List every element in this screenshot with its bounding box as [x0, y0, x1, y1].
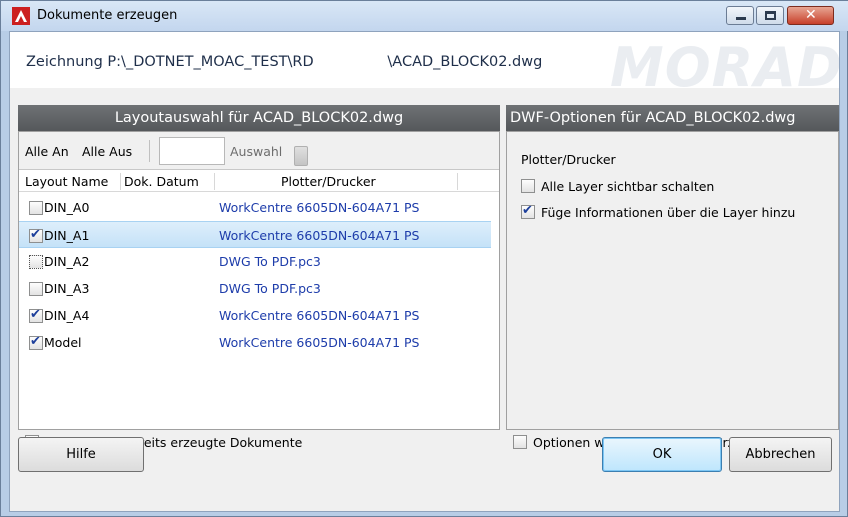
layout-row[interactable]: Model WorkCentre 6605DN-604A71 PS: [19, 329, 491, 356]
maximize-icon: [765, 11, 776, 20]
layout-plotter: WorkCentre 6605DN-604A71 PS: [219, 228, 420, 243]
layout-checkbox[interactable]: [29, 282, 43, 296]
layout-checkbox[interactable]: [29, 227, 43, 243]
option-label: Alle Layer sichtbar schalten: [541, 179, 715, 194]
layout-plotter: WorkCentre 6605DN-604A71 PS: [219, 335, 420, 350]
checkbox[interactable]: [521, 179, 535, 193]
layout-name: DIN_A1: [44, 228, 90, 243]
layout-checkbox[interactable]: [29, 201, 43, 215]
layout-row[interactable]: DIN_A2 DWG To PDF.pc3: [19, 248, 491, 275]
option-label: Füge Informationen über die Layer hinzu: [541, 205, 796, 220]
layout-row[interactable]: DIN_A1 WorkCentre 6605DN-604A71 PS: [19, 221, 491, 248]
selection-button[interactable]: Auswahl: [230, 144, 282, 159]
selection-filter-input[interactable]: [159, 137, 225, 165]
column-divider: [120, 173, 121, 190]
column-header-layout-name[interactable]: Layout Name: [25, 174, 108, 189]
ok-button[interactable]: OK: [602, 437, 722, 472]
layout-row[interactable]: DIN_A3 DWG To PDF.pc3: [19, 275, 491, 302]
drawing-header: MORADA Zeichnung P:\_DOTNET_MOAC_TEST\RD…: [10, 32, 839, 88]
layout-name: DIN_A3: [44, 281, 90, 296]
layout-toolbar: Alle An Alle Aus Auswahl: [19, 132, 499, 170]
column-divider: [457, 173, 458, 190]
layout-name: Model: [44, 335, 82, 350]
layout-name: DIN_A4: [44, 308, 90, 323]
minimize-icon: [736, 17, 746, 20]
column-header-plotter[interactable]: Plotter/Drucker: [281, 174, 376, 189]
layout-rows: DIN_A0 WorkCentre 6605DN-604A71 PS DIN_A1 W…: [19, 194, 499, 356]
layout-plotter: WorkCentre 6605DN-604A71 PS: [219, 200, 420, 215]
cancel-button[interactable]: Abbrechen: [729, 437, 832, 472]
autocad-app-icon: [12, 7, 30, 25]
minimize-button[interactable]: [726, 6, 754, 25]
selection-dropdown-arrow[interactable]: [294, 146, 308, 166]
layout-row[interactable]: DIN_A0 WorkCentre 6605DN-604A71 PS: [19, 194, 491, 221]
close-icon: ✕: [805, 7, 817, 23]
layout-row[interactable]: DIN_A4 WorkCentre 6605DN-604A71 PS: [19, 302, 491, 329]
drawing-path: Zeichnung P:\_DOTNET_MOAC_TEST\RD \ACAD_…: [26, 54, 543, 70]
layout-name: DIN_A2: [44, 254, 90, 269]
title-bar[interactable]: Dokumente erzeugen ✕: [1, 1, 848, 31]
layout-column-headers: Layout Name Dok. Datum Plotter/Drucker: [19, 171, 499, 192]
brand-watermark: MORADA: [610, 36, 839, 88]
dwf-options-header: DWF-Optionen für ACAD_BLOCK02.dwg: [506, 105, 839, 131]
column-header-doc-date[interactable]: Dok. Datum: [124, 174, 199, 189]
dialog-body: MORADA Zeichnung P:\_DOTNET_MOAC_TEST\RD…: [9, 31, 840, 512]
close-button[interactable]: ✕: [787, 6, 834, 25]
checkbox[interactable]: [513, 435, 527, 449]
maximize-button[interactable]: [756, 6, 784, 25]
toolbar-divider: [149, 140, 150, 162]
layout-checkbox[interactable]: [29, 334, 43, 350]
checkbox[interactable]: [521, 203, 535, 219]
column-divider: [214, 173, 215, 190]
layout-checkbox[interactable]: [29, 307, 43, 323]
window-title: Dokumente erzeugen: [37, 8, 178, 23]
select-all-button[interactable]: Alle An: [25, 144, 69, 159]
help-button[interactable]: Hilfe: [18, 437, 144, 472]
deselect-all-button[interactable]: Alle Aus: [82, 144, 132, 159]
layout-plotter: DWG To PDF.pc3: [219, 281, 321, 296]
layout-plotter: DWG To PDF.pc3: [219, 254, 321, 269]
dwf-options-panel: Plotter/Drucker Alle Layer sichtbar scha…: [506, 131, 839, 430]
layout-name: DIN_A0: [44, 200, 90, 215]
layout-plotter: WorkCentre 6605DN-604A71 PS: [219, 308, 420, 323]
dialog-window: Dokumente erzeugen ✕ MORADA Zeichnung P:…: [0, 0, 848, 517]
layout-list-panel: Alle An Alle Aus Auswahl Layout Name Dok…: [18, 131, 500, 430]
plotter-label: Plotter/Drucker: [521, 152, 616, 167]
layout-checkbox[interactable]: [29, 255, 43, 269]
layout-selection-header: Layoutauswahl für ACAD_BLOCK02.dwg: [18, 105, 500, 131]
